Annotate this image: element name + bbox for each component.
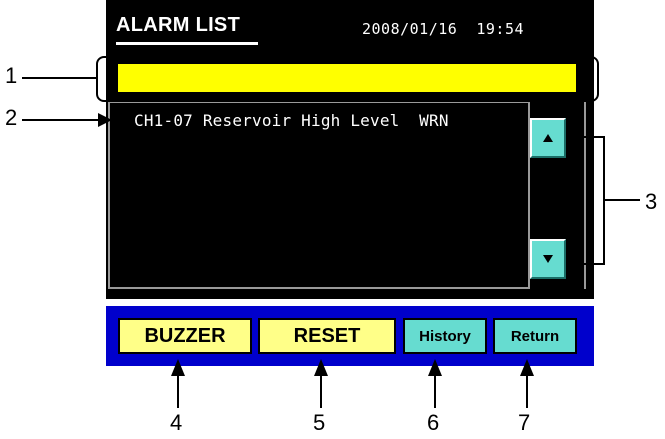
arrowhead-5 (314, 359, 328, 376)
arrowhead-6 (428, 359, 442, 376)
callout-number-6: 6 (427, 410, 440, 435)
callout-number-2: 2 (5, 105, 18, 130)
callout-number-7: 7 (518, 410, 531, 435)
arrowhead-2 (98, 113, 112, 127)
leader-bracket-3 (568, 136, 605, 265)
callout-number-4: 4 (170, 410, 183, 435)
callout-leaders (22, 77, 640, 408)
arrowhead-4 (171, 359, 185, 376)
arrowhead-7 (520, 359, 534, 376)
callout-number-3: 3 (645, 189, 658, 214)
callout-number-1: 1 (5, 63, 18, 88)
callout-number-5: 5 (313, 410, 326, 435)
